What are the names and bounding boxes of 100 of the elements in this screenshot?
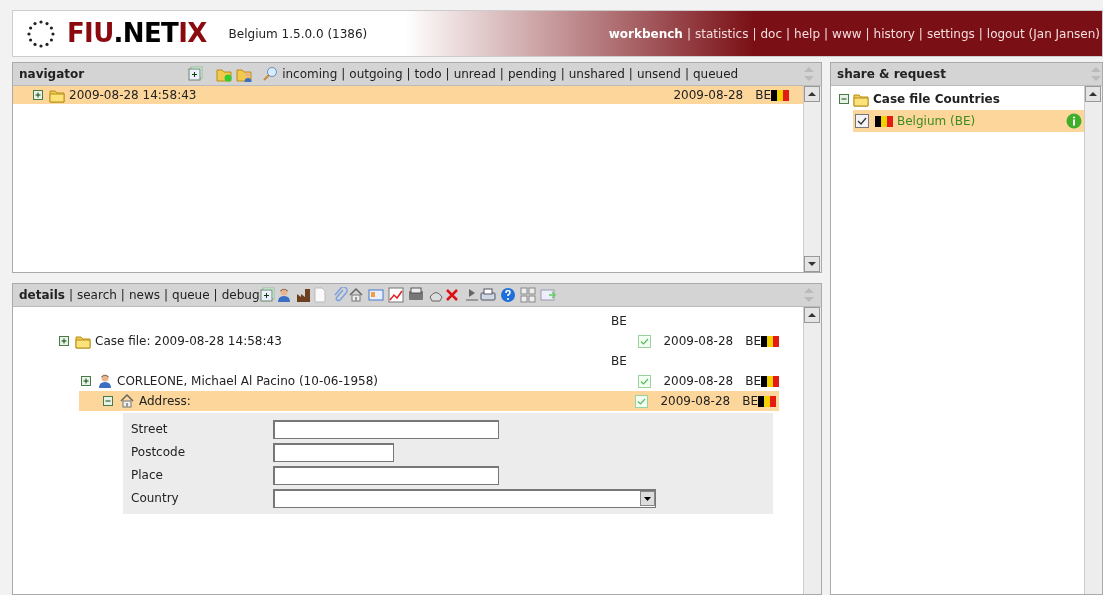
- input-field[interactable]: [273, 442, 394, 462]
- nav-link[interactable]: settings: [926, 24, 975, 43]
- separator: |: [978, 25, 983, 43]
- belgian-flag-icon: [758, 395, 776, 407]
- expand-icon[interactable]: [59, 336, 69, 346]
- filter-link[interactable]: pending: [507, 65, 557, 83]
- filter-link[interactable]: incoming: [282, 65, 338, 83]
- separator: |: [163, 287, 168, 304]
- separator: |: [406, 66, 411, 83]
- details-tab[interactable]: details: [19, 286, 65, 304]
- fax-icon[interactable]: [407, 287, 424, 303]
- field-label: Place: [131, 467, 164, 484]
- separator: |: [213, 287, 218, 304]
- print-icon[interactable]: [479, 287, 496, 303]
- folder-icon: [853, 91, 869, 107]
- checkbox[interactable]: [855, 114, 869, 128]
- panel-title: share & request: [837, 66, 946, 83]
- country-code: BE: [755, 87, 771, 104]
- field-label: Country: [131, 490, 180, 507]
- nav-link[interactable]: statistics: [694, 24, 749, 43]
- scroll-down-button[interactable]: [804, 256, 820, 272]
- paperclip-icon[interactable]: [331, 287, 348, 303]
- details-tab[interactable]: debug: [221, 286, 260, 304]
- row-label: CORLEONE, Michael Al Pacino (10-06-1958): [117, 373, 379, 390]
- delete-icon[interactable]: [443, 287, 460, 303]
- collapse-icon[interactable]: [839, 94, 849, 104]
- country-code: BE: [745, 373, 761, 390]
- separator: |: [560, 66, 565, 83]
- date-text: 2009-08-28: [663, 373, 734, 390]
- scrollbar[interactable]: [803, 307, 821, 594]
- scrollbar[interactable]: [803, 86, 821, 272]
- person-icon: [97, 373, 113, 389]
- separator: |: [918, 25, 923, 43]
- country-code: BE: [745, 333, 761, 350]
- row-label: 2009-08-28 14:58:43: [69, 87, 197, 104]
- separator: |: [824, 25, 829, 43]
- separator: |: [865, 25, 870, 43]
- nav-link[interactable]: workbench: [608, 24, 683, 43]
- scroll-up-button[interactable]: [804, 86, 820, 102]
- filter-link[interactable]: queued: [693, 65, 739, 83]
- nav-link[interactable]: doc: [760, 24, 783, 43]
- row-label: Case file: 2009-08-28 14:58:43: [95, 333, 282, 350]
- input-field[interactable]: [273, 465, 499, 485]
- date-text: 2009-08-28: [660, 393, 731, 410]
- separator: |: [684, 66, 689, 83]
- details-tab[interactable]: news: [128, 286, 160, 304]
- row-label: Address:: [139, 393, 191, 410]
- search-icon[interactable]: [262, 66, 279, 82]
- scrollbar[interactable]: [1084, 86, 1102, 594]
- panel-title: navigator: [19, 66, 85, 83]
- folder-person-icon[interactable]: [236, 66, 253, 82]
- folder-icon: [49, 87, 65, 103]
- collapse-icon[interactable]: [103, 396, 113, 406]
- filter-link[interactable]: todo: [414, 65, 442, 83]
- play-icon[interactable]: [463, 287, 480, 303]
- belgian-flag-icon: [771, 89, 789, 101]
- house-icon[interactable]: [347, 287, 364, 303]
- help-icon[interactable]: [499, 287, 516, 303]
- version-label: Belgium 1.5.0.0 (1386): [228, 25, 368, 43]
- expand-icon[interactable]: [81, 376, 91, 386]
- factory-icon[interactable]: [295, 287, 312, 303]
- belgian-flag-icon: [761, 335, 779, 347]
- filter-link[interactable]: unsend: [636, 65, 681, 83]
- tree-row[interactable]: 2009-08-28 14:58:43 2009-08-28 BE: [13, 86, 803, 104]
- folder-icon: [75, 333, 91, 349]
- filter-link[interactable]: unread: [453, 65, 496, 83]
- country-code: BE: [611, 313, 627, 330]
- filter-link[interactable]: outgoing: [349, 65, 403, 83]
- scroll-up-button[interactable]: [804, 307, 820, 323]
- row-label: Belgium (BE): [897, 113, 976, 130]
- separator: |: [686, 25, 691, 43]
- nav-link[interactable]: history: [873, 24, 915, 43]
- logo-text: FIU.NETIX: [67, 17, 207, 50]
- field-label: Postcode: [131, 444, 187, 461]
- nav-link[interactable]: logout (Jan Jansen): [986, 24, 1100, 43]
- date-text: 2009-08-28: [673, 87, 744, 104]
- tree-row[interactable]: Case file: 2009-08-28 14:58:43 2009-08-28 BE: [13, 331, 779, 351]
- scroll-up-button[interactable]: [1085, 86, 1101, 102]
- add-case-icon[interactable]: [259, 287, 276, 303]
- tree-row[interactable]: CORLEONE, Michael Al Pacino (10-06-1958) 2009-08-28 BE: [13, 371, 779, 391]
- details-tab[interactable]: search: [77, 286, 117, 304]
- input-field[interactable]: [273, 419, 499, 439]
- country-dropdown[interactable]: [273, 488, 656, 508]
- info-icon[interactable]: [1066, 113, 1082, 129]
- field-label: Street: [131, 421, 169, 438]
- belgian-flag-icon: [875, 115, 893, 127]
- filter-link[interactable]: unshared: [568, 65, 625, 83]
- nav-link[interactable]: help: [794, 24, 821, 43]
- tree-row[interactable]: Case file Countries: [831, 88, 1084, 110]
- separator: |: [752, 25, 757, 43]
- expand-icon[interactable]: [33, 90, 43, 100]
- separator: |: [68, 287, 73, 304]
- tree-row[interactable]: Address: 2009-08-28 BE: [79, 391, 779, 411]
- nav-link[interactable]: www: [832, 24, 862, 43]
- country-code: BE: [611, 353, 627, 370]
- separator: |: [120, 287, 125, 304]
- chart-icon[interactable]: [387, 287, 404, 303]
- belgian-flag-icon: [761, 375, 779, 387]
- details-tab[interactable]: queue: [172, 286, 210, 304]
- add-case-icon[interactable]: [188, 66, 205, 82]
